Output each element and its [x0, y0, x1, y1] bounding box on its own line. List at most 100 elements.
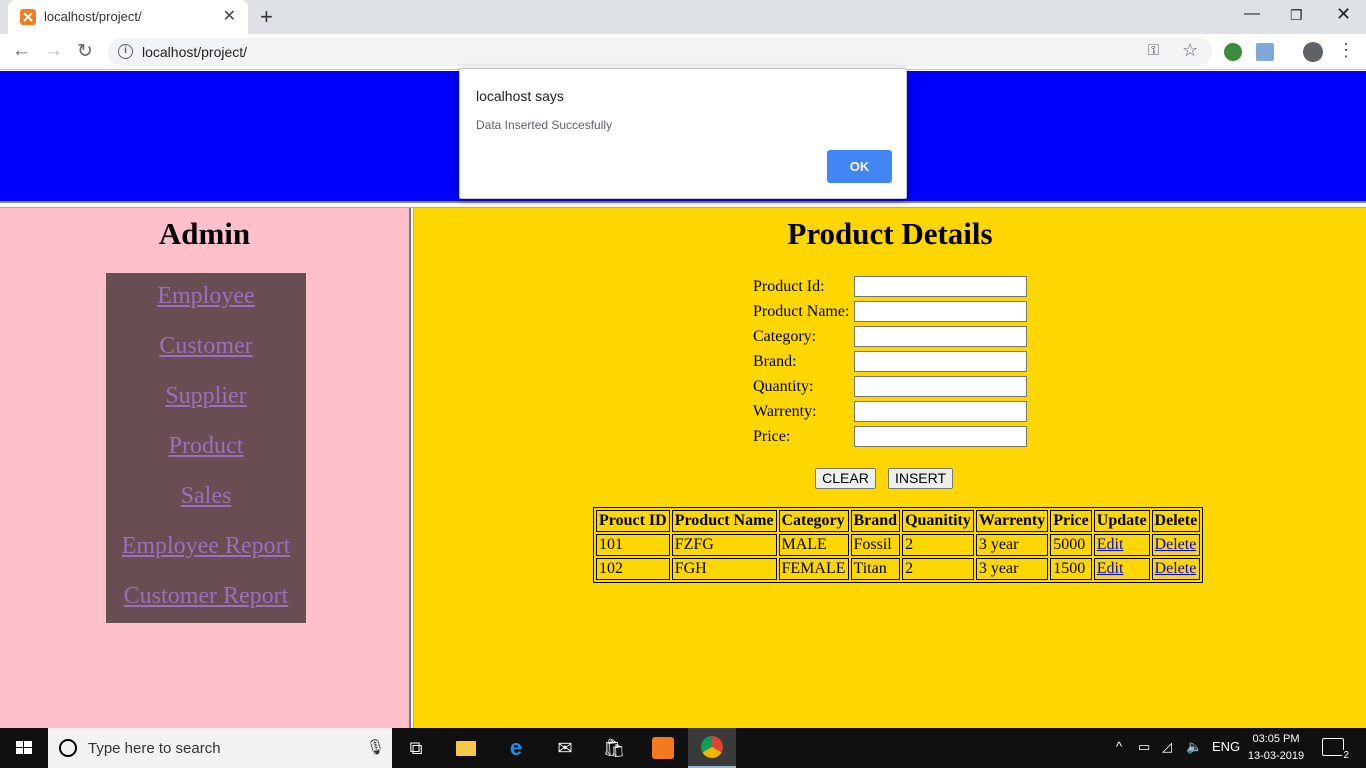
key-icon[interactable]: ⚿ [1148, 42, 1159, 59]
bookmark-star-icon[interactable]: ☆ [1182, 40, 1198, 61]
microphone-icon[interactable]: 🎙 [366, 738, 385, 756]
cell-brand: Fossil [850, 534, 901, 556]
back-icon[interactable]: ← [12, 40, 31, 62]
nav-link-employee[interactable]: Employee [106, 273, 306, 323]
alert-dialog: localhost says Data Inserted Succesfully… [459, 68, 907, 199]
product-panel: Product Details Product Id: Product Name… [414, 208, 1366, 728]
dialog-title: localhost says [476, 88, 564, 104]
mail-icon[interactable]: ✉ [541, 728, 589, 768]
taskbar-search[interactable]: Type here to search 🎙 [48, 728, 392, 768]
edge-icon[interactable]: e [492, 728, 540, 768]
price-label: Price: [753, 428, 791, 445]
category-input[interactable] [854, 326, 1027, 347]
nav-link-customer[interactable]: Customer [106, 323, 306, 373]
warrenty-label: Warrenty: [753, 403, 817, 420]
close-window-icon[interactable]: ✕ [1336, 4, 1351, 25]
nav-link-sales[interactable]: Sales [106, 473, 306, 523]
ok-button[interactable]: OK [827, 150, 892, 183]
browser-tab[interactable]: localhost/project/ ✕ [8, 0, 248, 34]
admin-nav: Employee Customer Supplier Product Sales… [106, 273, 306, 623]
table-row: 101 FZFG MALE Fossil 2 3 year 5000 Edit … [596, 534, 1201, 556]
profile-avatar-icon[interactable] [1303, 42, 1323, 62]
column-header-quantity: Quanitity [902, 510, 974, 532]
column-header-price: Price [1050, 510, 1092, 532]
windows-taskbar: Type here to search 🎙 ⧉ e ✉ 🛍 ^ ▭ ◿ 🔈 EN… [0, 728, 1366, 768]
chevron-up-icon[interactable]: ^ [1116, 739, 1122, 754]
column-header-update: Update [1093, 510, 1150, 532]
browser-toolbar: ← → ↻ i localhost/project/ ⚿ ☆ ⋮ [0, 34, 1366, 70]
search-placeholder: Type here to search [88, 740, 221, 757]
tab-title: localhost/project/ [44, 9, 142, 24]
product-id-label: Product Id: [753, 278, 825, 295]
windows-logo-icon [16, 741, 32, 754]
column-header-brand: Brand [850, 510, 901, 532]
column-header-delete: Delete [1151, 510, 1201, 532]
nav-link-supplier[interactable]: Supplier [106, 373, 306, 423]
edit-link[interactable]: Edit [1097, 536, 1124, 553]
language-indicator[interactable]: ENG [1212, 739, 1240, 754]
cell-brand: Titan [850, 558, 901, 580]
volume-icon[interactable]: 🔈 [1186, 739, 1202, 755]
cell-quantity: 2 [902, 558, 974, 580]
frame-separator [0, 201, 1366, 208]
extension-icon[interactable] [1256, 43, 1274, 61]
nav-link-employee-report[interactable]: Employee Report [86, 523, 326, 573]
insert-button[interactable]: INSERT [888, 468, 953, 489]
task-view-icon[interactable]: ⧉ [392, 728, 440, 768]
minimize-icon[interactable]: — [1244, 5, 1260, 23]
notification-icon[interactable]: 2 [1322, 738, 1350, 761]
restore-icon[interactable]: ❐ [1290, 7, 1303, 24]
cell-update: Edit [1093, 534, 1150, 556]
cell-price: 5000 [1050, 534, 1092, 556]
cell-category: MALE [778, 534, 849, 556]
cell-quantity: 2 [902, 534, 974, 556]
chrome-icon[interactable] [688, 728, 736, 768]
brand-label: Brand: [753, 353, 797, 370]
file-explorer-icon[interactable] [442, 728, 490, 768]
cell-category: FEMALE [778, 558, 849, 580]
nav-link-product[interactable]: Product [106, 423, 306, 473]
column-header-product-id: Prouct ID [596, 510, 670, 532]
cell-product-name: FZFG [671, 534, 777, 556]
brand-input[interactable] [854, 351, 1027, 372]
xampp-icon[interactable] [639, 728, 687, 768]
product-name-label: Product Name: [753, 303, 850, 320]
product-name-input[interactable] [854, 301, 1027, 322]
new-tab-icon[interactable]: + [260, 4, 273, 30]
forward-icon[interactable]: → [44, 40, 63, 62]
browser-menu-icon[interactable]: ⋮ [1337, 40, 1355, 61]
url-text: localhost/project/ [142, 44, 248, 60]
cell-delete: Delete [1151, 558, 1201, 580]
delete-link[interactable]: Delete [1155, 536, 1197, 553]
battery-icon[interactable]: ▭ [1138, 739, 1150, 755]
clock[interactable]: 03:05 PM 13-03-2019 [1246, 731, 1306, 765]
clock-time: 03:05 PM [1252, 733, 1300, 745]
site-info-icon[interactable]: i [118, 44, 133, 59]
close-tab-icon[interactable]: ✕ [223, 6, 236, 26]
dialog-message: Data Inserted Succesfully [476, 118, 613, 132]
cell-delete: Delete [1151, 534, 1201, 556]
extension-globe-icon[interactable] [1224, 43, 1242, 61]
reload-icon[interactable]: ↻ [77, 40, 93, 63]
column-header-warrenty: Warrenty [975, 510, 1049, 532]
cell-price: 1500 [1050, 558, 1092, 580]
delete-link[interactable]: Delete [1155, 560, 1197, 577]
store-icon[interactable]: 🛍 [590, 728, 638, 768]
address-bar[interactable]: i localhost/project/ ⚿ ☆ [108, 38, 1212, 66]
cell-product-id: 101 [596, 534, 670, 556]
product-id-input[interactable] [854, 276, 1027, 297]
edit-link[interactable]: Edit [1097, 560, 1124, 577]
product-table: Prouct ID Product Name Category Brand Qu… [593, 507, 1204, 583]
nav-link-customer-report[interactable]: Customer Report [86, 573, 326, 623]
cell-warrenty: 3 year [975, 558, 1049, 580]
quantity-input[interactable] [854, 376, 1027, 397]
network-icon[interactable]: ◿ [1162, 739, 1172, 755]
table-header-row: Prouct ID Product Name Category Brand Qu… [596, 510, 1201, 532]
clear-button[interactable]: CLEAR [815, 468, 876, 489]
price-input[interactable] [854, 426, 1027, 447]
start-button[interactable] [0, 728, 48, 768]
browser-tabstrip: localhost/project/ ✕ + — ❐ ✕ [0, 0, 1366, 34]
admin-sidebar: Admin Employee Customer Supplier Product… [0, 208, 409, 728]
warrenty-input[interactable] [854, 401, 1027, 422]
xampp-favicon-icon [20, 9, 36, 25]
